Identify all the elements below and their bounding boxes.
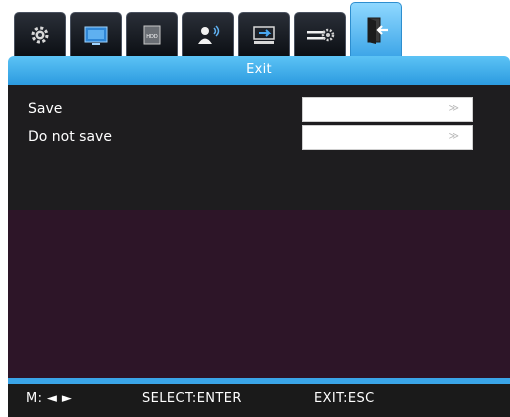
tab-exit[interactable] xyxy=(350,2,402,56)
page-title: Exit xyxy=(246,62,272,77)
tab-hdd[interactable]: HDD xyxy=(126,12,178,56)
tab-user-audio[interactable] xyxy=(182,12,234,56)
network-icon xyxy=(253,25,275,44)
double-arrow-icon: ≫ xyxy=(448,131,460,142)
options-panel: Save ≫ Do not save ≫ xyxy=(8,85,510,210)
option-save[interactable]: Save ≫ xyxy=(8,97,510,123)
tab-settings[interactable] xyxy=(14,12,66,56)
gear-icon xyxy=(31,26,49,43)
select-hint: SELECT:ENTER xyxy=(142,391,242,406)
option-save-label: Save xyxy=(28,101,63,117)
option-do-not-save-field[interactable]: ≫ xyxy=(302,125,473,150)
monitor-icon xyxy=(84,26,108,45)
osd-menu: HDD Exit Save ≫ Do not save ≫ M: ◄ ► SEL… xyxy=(8,0,510,417)
option-save-field[interactable]: ≫ xyxy=(302,97,473,122)
exit-hint: EXIT:ESC xyxy=(314,391,375,406)
menu-navigation-hint: M: ◄ ► xyxy=(26,391,73,406)
user-audio-icon xyxy=(198,24,220,44)
tab-system[interactable] xyxy=(294,12,346,56)
tab-network[interactable] xyxy=(238,12,290,56)
svg-text:HDD: HDD xyxy=(146,34,158,40)
exit-door-icon xyxy=(367,17,388,44)
hdd-icon: HDD xyxy=(143,25,161,44)
footer-bar: M: ◄ ► SELECT:ENTER EXIT:ESC xyxy=(8,384,510,417)
option-do-not-save[interactable]: Do not save ≫ xyxy=(8,125,510,151)
option-do-not-save-label: Do not save xyxy=(28,129,112,145)
settings-slider-icon xyxy=(307,28,335,41)
double-arrow-icon: ≫ xyxy=(448,103,460,114)
menu-header: Exit xyxy=(8,56,510,85)
tab-bar: HDD xyxy=(8,0,510,56)
empty-panel xyxy=(8,210,510,378)
tab-display[interactable] xyxy=(70,12,122,56)
